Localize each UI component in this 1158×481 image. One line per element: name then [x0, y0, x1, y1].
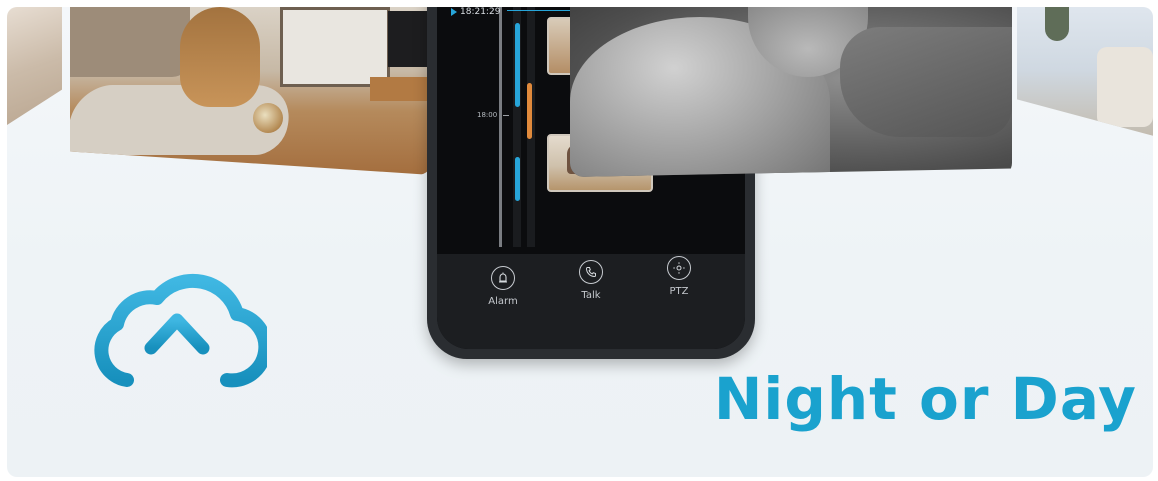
promo-banner: 18:21:29 18:00 Alarm Talk PTZ Night or D… — [7, 7, 1153, 477]
alarm-segment[interactable] — [527, 83, 532, 139]
cloud-upload-icon — [87, 262, 273, 397]
dog-playing-photo — [70, 7, 432, 175]
dog-shape — [180, 7, 260, 107]
timeline-scrubber[interactable] — [499, 7, 502, 247]
tv-shape — [388, 11, 432, 67]
living-room-photo-edge — [7, 7, 62, 125]
current-time: 18:21:29 — [460, 7, 501, 17]
chair-shape — [1097, 47, 1153, 127]
phone-icon — [579, 260, 603, 284]
table-shape — [370, 77, 432, 101]
talk-button[interactable]: Talk — [556, 254, 626, 349]
ptz-icon — [667, 256, 691, 280]
sleeping-baby-night-photo — [570, 7, 1012, 177]
alarm-button[interactable]: Alarm — [468, 254, 538, 349]
ptz-label: PTZ — [669, 286, 689, 297]
baby-body-shape — [840, 27, 1012, 137]
recording-segment[interactable] — [515, 23, 520, 107]
ptz-button[interactable]: PTZ — [644, 254, 714, 349]
action-bar: Alarm Talk PTZ — [437, 254, 745, 349]
window-shape — [280, 7, 390, 87]
headline: Night or Day — [713, 365, 1137, 433]
recording-segment[interactable] — [515, 157, 520, 201]
talk-label: Talk — [581, 290, 601, 301]
nursery-photo-edge — [1017, 7, 1153, 136]
tick-label: 18:00 — [477, 111, 498, 119]
alarm-icon — [491, 266, 515, 290]
lamp-shape — [1045, 7, 1069, 41]
alarm-label: Alarm — [488, 296, 518, 307]
tick-mark — [503, 115, 509, 116]
sofa-shape — [70, 7, 190, 77]
current-time-marker: 18:21:29 — [451, 7, 500, 17]
playhead-icon — [451, 7, 457, 16]
ball-shape — [253, 103, 283, 133]
